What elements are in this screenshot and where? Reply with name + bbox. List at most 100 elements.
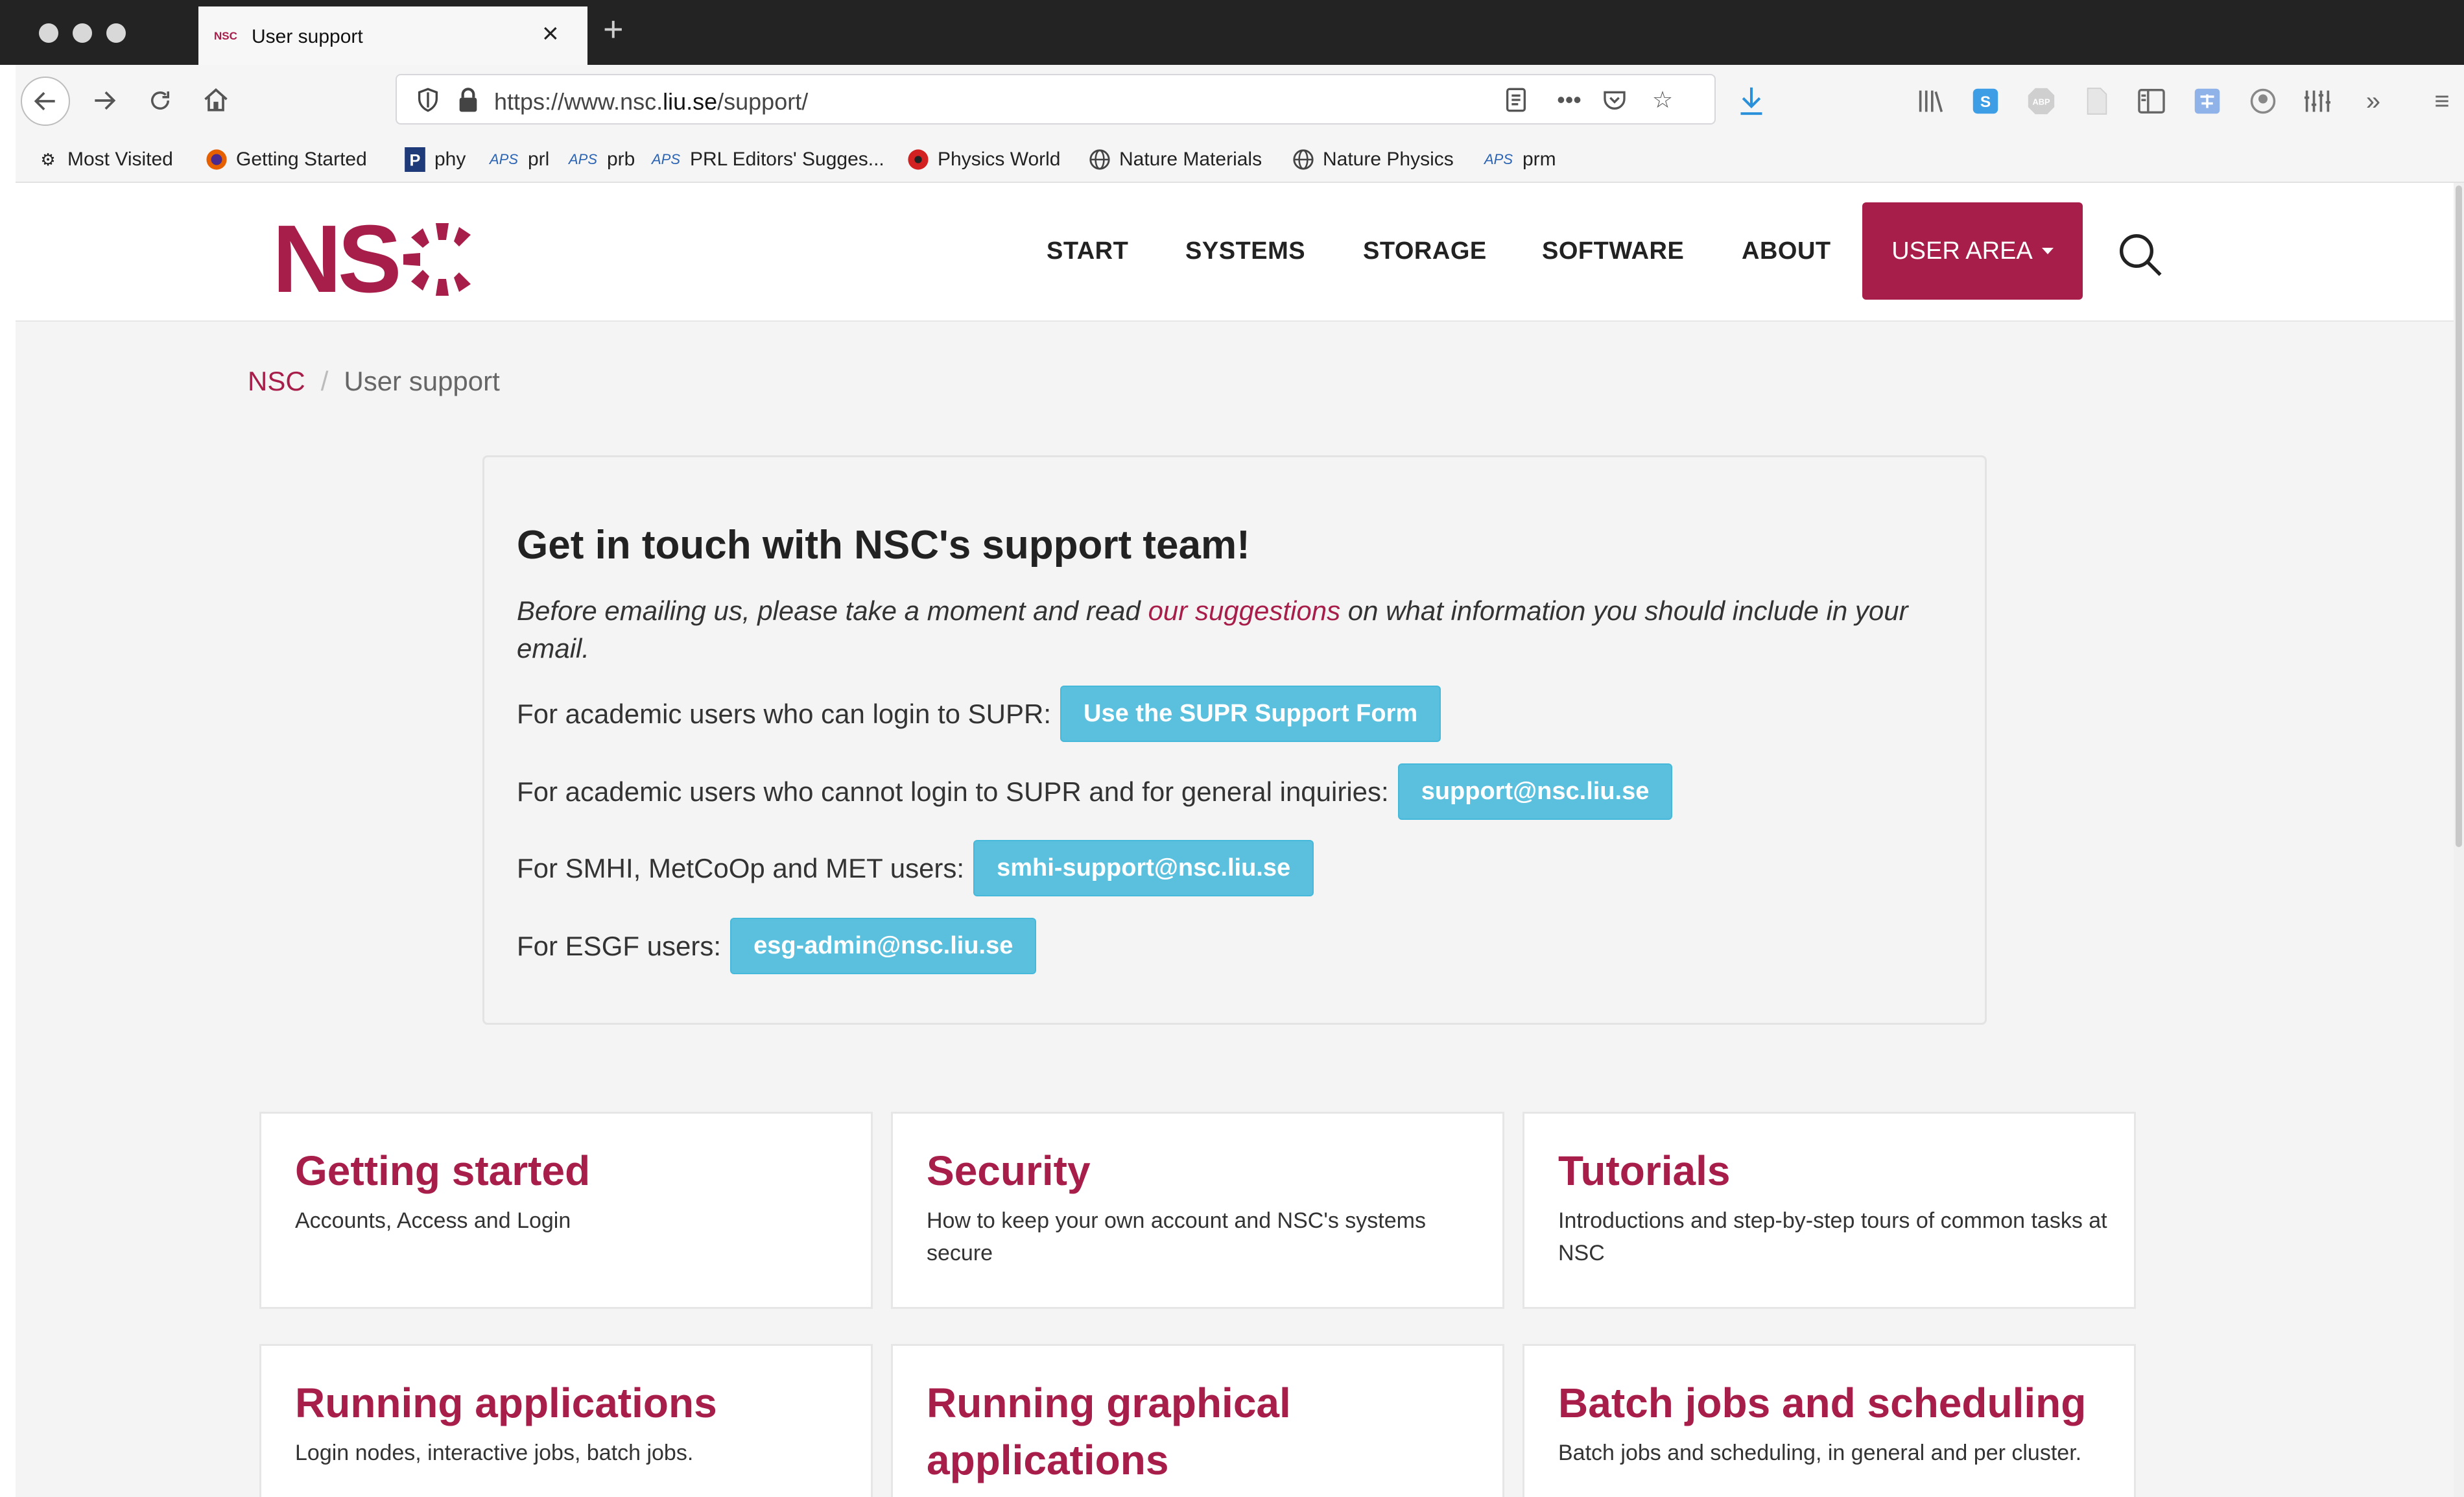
bookmark-physics-world[interactable]: Physics World [905, 147, 1061, 173]
bookmark-star-icon[interactable]: ☆ [1648, 86, 1677, 114]
tab-bar: NSC User support × + [0, 0, 2464, 65]
scrollbar-thumb[interactable] [2456, 186, 2462, 847]
esgf-admin-email-button[interactable]: esg-admin@nsc.liu.se [730, 918, 1037, 974]
window-close-dot[interactable] [39, 23, 58, 43]
support-contact-panel: Get in touch with NSC's support team! Be… [482, 455, 1987, 1025]
svg-text:S: S [1980, 93, 1991, 111]
window-zoom-dot[interactable] [106, 23, 126, 43]
card-getting-started[interactable]: Getting started Accounts, Access and Log… [259, 1112, 873, 1309]
card-security[interactable]: Security How to keep your own account an… [891, 1112, 1504, 1309]
nav-start[interactable]: START [1047, 237, 1128, 265]
site-header: NS START SYSTEMS STORAGE SOFTWARE ABOUT … [16, 183, 2454, 322]
caret-down-icon [2041, 248, 2054, 254]
library-icon[interactable] [1914, 84, 1948, 118]
card-description: Login nodes, interactive jobs, batch job… [295, 1441, 694, 1465]
nav-about[interactable]: ABOUT [1742, 237, 1831, 265]
downloads-button[interactable] [1730, 79, 1773, 122]
card-running-applications[interactable]: Running applications Login nodes, intera… [259, 1344, 873, 1497]
card-title[interactable]: Batch jobs and scheduling [1558, 1374, 2116, 1431]
contact-row-esgf: For ESGF users: esg-admin@nsc.liu.se [517, 918, 1037, 974]
physicsworld-icon [905, 147, 931, 173]
card-description: How to keep your own account and NSC's s… [927, 1208, 1426, 1265]
contact-row-smhi: For SMHI, MetCoOp and MET users: smhi-su… [517, 840, 1314, 896]
home-button[interactable] [195, 79, 237, 122]
tab-user-support[interactable]: NSC User support × [198, 6, 587, 65]
card-title[interactable]: Security [927, 1142, 1484, 1199]
forward-button[interactable] [83, 79, 126, 122]
breadcrumb: NSC / User support [248, 366, 500, 397]
back-arrow-icon [34, 91, 55, 111]
card-tutorials[interactable]: Tutorials Introductions and step-by-step… [1522, 1112, 2136, 1309]
back-button[interactable] [21, 77, 70, 126]
bookmark-most-visited[interactable]: ⚙ Most Visited [35, 147, 173, 173]
globe-icon [1290, 147, 1316, 173]
card-title[interactable]: Running graphical applications [927, 1374, 1484, 1489]
page-scrollbar[interactable] [2454, 183, 2464, 1497]
reader-view-icon[interactable] [1502, 86, 1530, 114]
translate-extension-icon[interactable] [2190, 84, 2224, 118]
url-text[interactable]: https://www.nsc.liu.se/support/ [494, 88, 808, 115]
svg-text:NS: NS [272, 215, 398, 300]
aps-icon: APS [489, 151, 519, 167]
overflow-chevron-icon[interactable]: » [2356, 84, 2390, 118]
suggestions-link[interactable]: our suggestions [1148, 595, 1341, 626]
card-running-graphical-applications[interactable]: Running graphical applications [891, 1344, 1504, 1497]
bookmarks-bar: ⚙ Most Visited Getting Started Pphy APS pr… [16, 135, 2464, 183]
support-intro: Before emailing us, please take a moment… [517, 595, 1908, 664]
contact-row-general: For academic users who cannot login to S… [517, 763, 1673, 820]
app-menu-icon[interactable]: ≡ [2425, 84, 2459, 118]
svg-text:P: P [410, 152, 421, 170]
reload-button[interactable] [139, 79, 182, 122]
adblock-icon[interactable]: ABP [2024, 84, 2058, 118]
user-area-dropdown-button[interactable]: USER AREA [1862, 202, 2083, 300]
sidebar-toggle-icon[interactable] [2135, 84, 2168, 118]
account-icon[interactable] [2246, 84, 2280, 118]
card-description: Batch jobs and scheduling, in general an… [1558, 1441, 2082, 1465]
web-page: NS START SYSTEMS STORAGE SOFTWARE ABOUT … [16, 183, 2454, 1497]
bookmark-prm[interactable]: APS prm [1481, 147, 1556, 173]
smhi-support-email-button[interactable]: smhi-support@nsc.liu.se [973, 840, 1314, 896]
user-area-label: USER AREA [1891, 237, 2033, 265]
tab-title: User support [252, 26, 363, 47]
new-tab-icon[interactable]: + [603, 12, 624, 47]
s-extension-icon[interactable]: S [1969, 84, 2002, 118]
contact-row-supr: For academic users who can login to SUPR… [517, 686, 1441, 742]
lock-icon[interactable] [456, 87, 480, 113]
pocket-icon[interactable] [1600, 86, 1629, 114]
support-heading: Get in touch with NSC's support team! [517, 523, 1250, 568]
page-actions-icon[interactable]: ••• [1555, 86, 1583, 114]
search-button[interactable] [2114, 228, 2166, 280]
svg-text:ABP: ABP [2032, 97, 2050, 107]
bookmark-prl-editors[interactable]: APS PRL Editors' Sugges... [648, 147, 884, 173]
nsc-favicon-icon: NSC [214, 30, 237, 42]
nav-systems[interactable]: SYSTEMS [1185, 237, 1305, 265]
supr-support-form-button[interactable]: Use the SUPR Support Form [1060, 686, 1441, 742]
nsc-logo-icon: NS [272, 206, 471, 313]
card-title[interactable]: Tutorials [1558, 1142, 2116, 1199]
bookmark-phy[interactable]: Pphy [402, 147, 466, 173]
bookmark-nature-physics[interactable]: Nature Physics [1290, 147, 1454, 173]
card-title[interactable]: Running applications [295, 1374, 853, 1431]
bookmark-prl[interactable]: APS prl [486, 147, 549, 173]
nav-storage[interactable]: STORAGE [1363, 237, 1487, 265]
card-batch-jobs[interactable]: Batch jobs and scheduling Batch jobs and… [1522, 1344, 2136, 1497]
forward-arrow-icon [95, 91, 116, 110]
address-bar[interactable]: https://www.nsc.liu.se/support/ ••• ☆ [396, 74, 1716, 125]
document-icon[interactable] [2080, 84, 2114, 118]
tracking-shield-icon[interactable] [415, 87, 441, 113]
bookmark-prb[interactable]: APS prb [565, 147, 635, 173]
equalizer-icon[interactable] [2301, 84, 2334, 118]
bookmark-getting-started[interactable]: Getting Started [204, 147, 367, 173]
nav-software[interactable]: SOFTWARE [1542, 237, 1684, 265]
bookmark-nature-materials[interactable]: Nature Materials [1087, 147, 1262, 173]
firefox-icon [204, 147, 230, 173]
close-tab-icon[interactable]: × [542, 19, 559, 48]
p-icon: P [402, 147, 428, 173]
aps-icon: APS [1484, 151, 1513, 167]
support-email-button[interactable]: support@nsc.liu.se [1397, 763, 1673, 820]
breadcrumb-current: User support [344, 366, 500, 396]
window-minimize-dot[interactable] [73, 23, 92, 43]
breadcrumb-home-link[interactable]: NSC [248, 366, 305, 396]
nsc-logo[interactable]: NS [272, 206, 486, 313]
card-title[interactable]: Getting started [295, 1142, 853, 1199]
